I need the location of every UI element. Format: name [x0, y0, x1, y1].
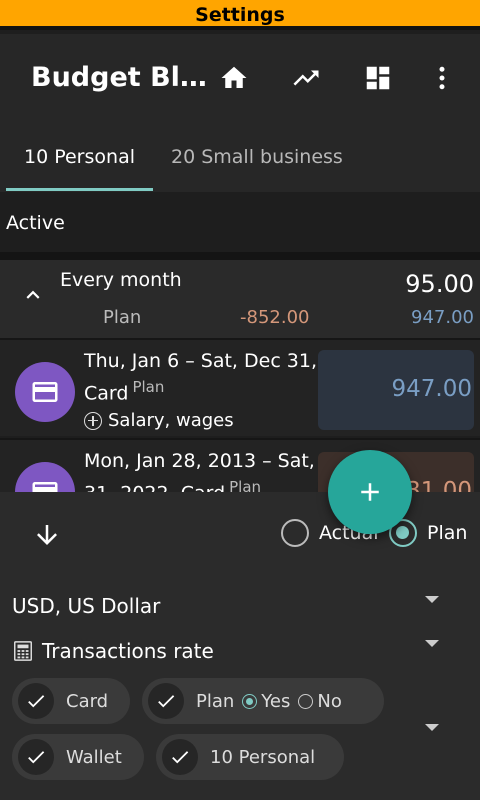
add-transaction-button[interactable] [328, 450, 412, 534]
dropdown-arrow-icon[interactable] [425, 724, 439, 731]
settings-header: Settings [0, 0, 480, 30]
group-amount: 95.00 [405, 270, 474, 298]
account-name: Card [84, 382, 129, 405]
transaction-account: Card Plan [84, 378, 164, 404]
dropdown-arrow-icon[interactable] [425, 640, 439, 647]
add-circle-icon [84, 411, 102, 430]
transaction-category: Salary, wages [84, 410, 234, 431]
credit-card-avatar [15, 362, 75, 422]
transactions-rate-select[interactable]: Transactions rate [12, 639, 214, 663]
chip-plan-label: Plan Yes No [196, 691, 342, 712]
chip-10-personal[interactable]: 10 Personal [156, 734, 344, 780]
account-tabs: 10 Personal 20 Small business [0, 124, 480, 192]
check-icon [18, 683, 54, 719]
dropdown-arrow-icon[interactable] [425, 596, 439, 603]
group-plan-income: 947.00 [411, 307, 474, 328]
more-vert-icon[interactable] [424, 60, 460, 96]
dashboard-icon[interactable] [360, 60, 396, 96]
plan-yes-radio[interactable] [242, 694, 258, 709]
plan-no-radio[interactable] [298, 694, 314, 709]
rate-label: Transactions rate [42, 639, 214, 663]
check-icon [18, 739, 54, 775]
transaction-type: Plan [132, 378, 165, 396]
transaction-dates: Mon, Jan 28, 2013 – Sat, Dec [84, 450, 358, 472]
chip-card-label: Card [66, 690, 109, 712]
plan-radio-label[interactable]: Plan [427, 522, 467, 544]
currency-select[interactable]: USD, US Dollar [12, 594, 160, 618]
tab-indicator [6, 188, 153, 191]
app-title: Budget Bl… [31, 62, 207, 93]
tab-10-personal[interactable]: 10 Personal [24, 146, 135, 168]
credit-card-icon [32, 382, 58, 402]
plan-no-label[interactable]: No [317, 691, 341, 712]
chip-plan[interactable]: Plan Yes No [142, 678, 384, 724]
transaction-amount: 947.00 [391, 376, 472, 402]
app-bar: Budget Bl… [0, 34, 480, 124]
check-icon [162, 739, 198, 775]
group-row[interactable]: Every month 95.00 Plan -852.00 947.00 [0, 260, 480, 338]
transaction-amount-box: 947.00 [318, 350, 474, 430]
group-name: Every month [60, 269, 182, 291]
divider [0, 252, 480, 260]
calculator-icon [14, 641, 32, 661]
tab-20-small-business[interactable]: 20 Small business [171, 146, 343, 168]
chip-10-personal-label: 10 Personal [210, 746, 316, 768]
arrow-down-icon[interactable] [32, 520, 62, 550]
home-icon[interactable] [216, 60, 252, 96]
plus-icon [361, 483, 379, 501]
chip-wallet-label: Wallet [66, 746, 122, 768]
check-icon [148, 683, 184, 719]
plan-yes-label[interactable]: Yes [261, 691, 290, 712]
transaction-row[interactable]: Thu, Jan 6 – Sat, Dec 31, 2022, Card Plan… [0, 338, 480, 436]
section-label: Active [6, 212, 65, 234]
plan-label: Plan [196, 690, 235, 712]
category-label: Salary, wages [108, 410, 234, 431]
group-plan-expense: -852.00 [240, 307, 310, 328]
chip-card[interactable]: Card [12, 678, 130, 724]
group-plan-label: Plan [103, 307, 142, 328]
section-header: Active [0, 192, 480, 252]
trending-up-icon[interactable] [288, 60, 324, 96]
filter-panel: Actual Plan USD, US Dollar Transactions … [0, 492, 480, 800]
chevron-up-icon[interactable] [20, 282, 46, 308]
actual-radio[interactable] [281, 519, 309, 547]
chip-wallet[interactable]: Wallet [12, 734, 144, 780]
